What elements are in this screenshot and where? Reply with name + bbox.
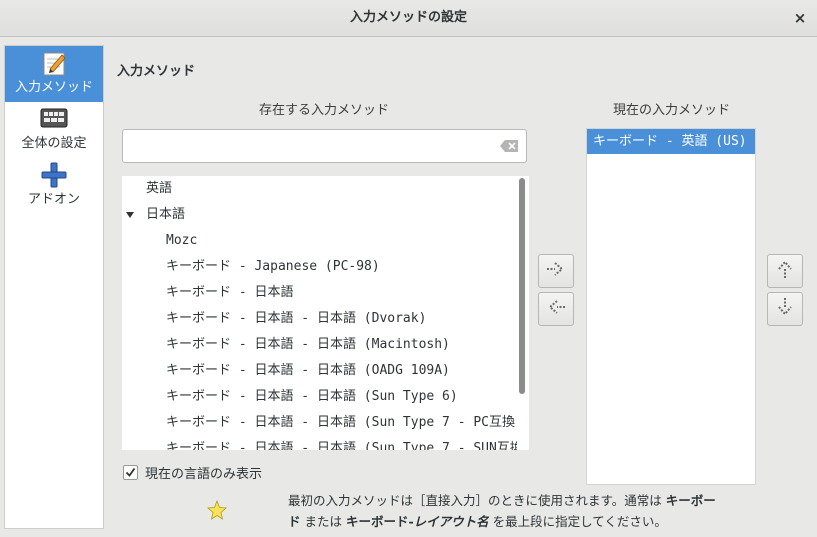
hint-text-part: を最上段に指定してください。 <box>488 514 667 529</box>
sidebar-item-addons[interactable]: アドオン <box>5 158 103 214</box>
tree-row[interactable]: キーボード - 日本語 - 日本語 (Sun Type 6) <box>122 386 529 412</box>
arrow-down-icon <box>775 295 795 323</box>
sidebar-item-global-settings[interactable]: 全体の設定 <box>5 102 103 158</box>
tree-row[interactable]: キーボード - 日本語 - 日本語 (Macintosh) <box>122 334 529 360</box>
arrow-up-icon <box>775 257 795 285</box>
pencil-icon <box>5 48 103 78</box>
tree-row-label: キーボード - 日本語 - 日本語 (OADG 109A) <box>166 363 450 378</box>
tree-row-label: キーボード - 日本語 <box>166 285 294 300</box>
tree-row[interactable]: Mozc <box>122 230 529 256</box>
tree-row[interactable]: キーボード - 日本語 - 日本語 (Dvorak) <box>122 308 529 334</box>
tree-row-label: 英語 <box>146 181 173 196</box>
section-title: 入力メソッド <box>117 64 196 79</box>
sidebar-item-input-methods[interactable]: 入力メソッド <box>5 46 103 102</box>
current-methods-header: 現在の入力メソッド <box>613 103 731 118</box>
add-method-button[interactable] <box>538 254 574 288</box>
tree-row[interactable]: キーボード - 日本語 - 日本語 (Sun Type 7 - PC互換) <box>122 412 529 438</box>
clear-icon[interactable] <box>500 140 518 152</box>
tree-row-label: Mozc <box>166 233 198 248</box>
sidebar-item-label: 入力メソッド <box>14 80 93 95</box>
tree-row[interactable]: キーボード - Japanese (PC-98) <box>122 256 529 282</box>
remove-method-button[interactable] <box>538 292 574 326</box>
list-item[interactable]: キーボード - 英語 (US) <box>587 129 755 154</box>
arrow-left-icon <box>544 297 568 321</box>
tree-row[interactable]: キーボード - 日本語 <box>122 282 529 308</box>
sidebar-item-label: 全体の設定 <box>21 136 87 151</box>
hint-keyword-italic: レイアウト名 <box>413 514 489 529</box>
tree-row-label: キーボード - 日本語 - 日本語 (Dvorak) <box>166 311 427 326</box>
search-input[interactable] <box>123 130 493 162</box>
close-icon: × <box>793 9 807 27</box>
chevron-down-icon[interactable] <box>126 212 134 218</box>
current-methods-list: キーボード - 英語 (US) <box>586 128 756 485</box>
tree-row-label: キーボード - 日本語 - 日本語 (Sun Type 6) <box>166 389 458 404</box>
only-current-language-checkbox[interactable]: 現在の言語のみ表示 <box>123 463 263 482</box>
move-up-button[interactable] <box>767 254 803 288</box>
tree-row-label: キーボード - Japanese (PC-98) <box>166 259 380 274</box>
close-button[interactable]: × <box>791 9 809 27</box>
tree-row-label: キーボード - 日本語 - 日本語 (Sun Type 7 - PC互換) <box>166 415 523 430</box>
available-methods-header: 存在する入力メソッド <box>259 103 390 118</box>
search-field <box>122 129 527 163</box>
tree-row[interactable]: キーボード - 日本語 - 日本語 (OADG 109A) <box>122 360 529 386</box>
tree-row-label: キーボード - 日本語 - 日本語 (Macintosh) <box>166 337 450 352</box>
tree-row-label: キーボード - 日本語 - 日本語 (Sun Type 7 - SUN互換) <box>166 441 529 450</box>
tree-row-label: 日本語 <box>146 207 186 222</box>
title-bar: 入力メソッドの設定 × <box>0 0 817 37</box>
arrow-right-icon <box>544 259 568 283</box>
hint-text: 最初の入力メソッドは［直接入力］のときに使用されます。通常は キーボード または… <box>288 490 728 532</box>
checkbox-label: 現在の言語のみ表示 <box>145 466 263 482</box>
window-title: 入力メソッドの設定 <box>349 10 467 25</box>
plus-icon <box>5 160 103 190</box>
tree-scrollbar[interactable] <box>517 176 529 450</box>
sidebar-item-label: アドオン <box>27 192 80 207</box>
available-methods-tree: 英語 日本語 Mozc キーボード - Japanese (PC-98) キーボ… <box>122 176 529 450</box>
tree-row-japanese[interactable]: 日本語 <box>122 204 529 230</box>
scrollbar-thumb[interactable] <box>519 178 525 394</box>
hint-text-part: または <box>300 514 346 529</box>
hint-keyword: キーボード- <box>345 514 414 529</box>
star-icon <box>207 499 227 520</box>
hint-text-part: 最初の入力メソッドは［直接入力］のときに使用されます。通常は <box>288 493 666 508</box>
sidebar: 入力メソッド 全体の設定 アドオン <box>4 45 104 529</box>
tree-row-english[interactable]: 英語 <box>122 178 529 204</box>
keyboard-icon <box>5 104 103 134</box>
tree-row[interactable]: キーボード - 日本語 - 日本語 (Sun Type 7 - SUN互換) <box>122 438 529 450</box>
move-down-button[interactable] <box>767 292 803 326</box>
checkbox[interactable] <box>123 464 138 480</box>
